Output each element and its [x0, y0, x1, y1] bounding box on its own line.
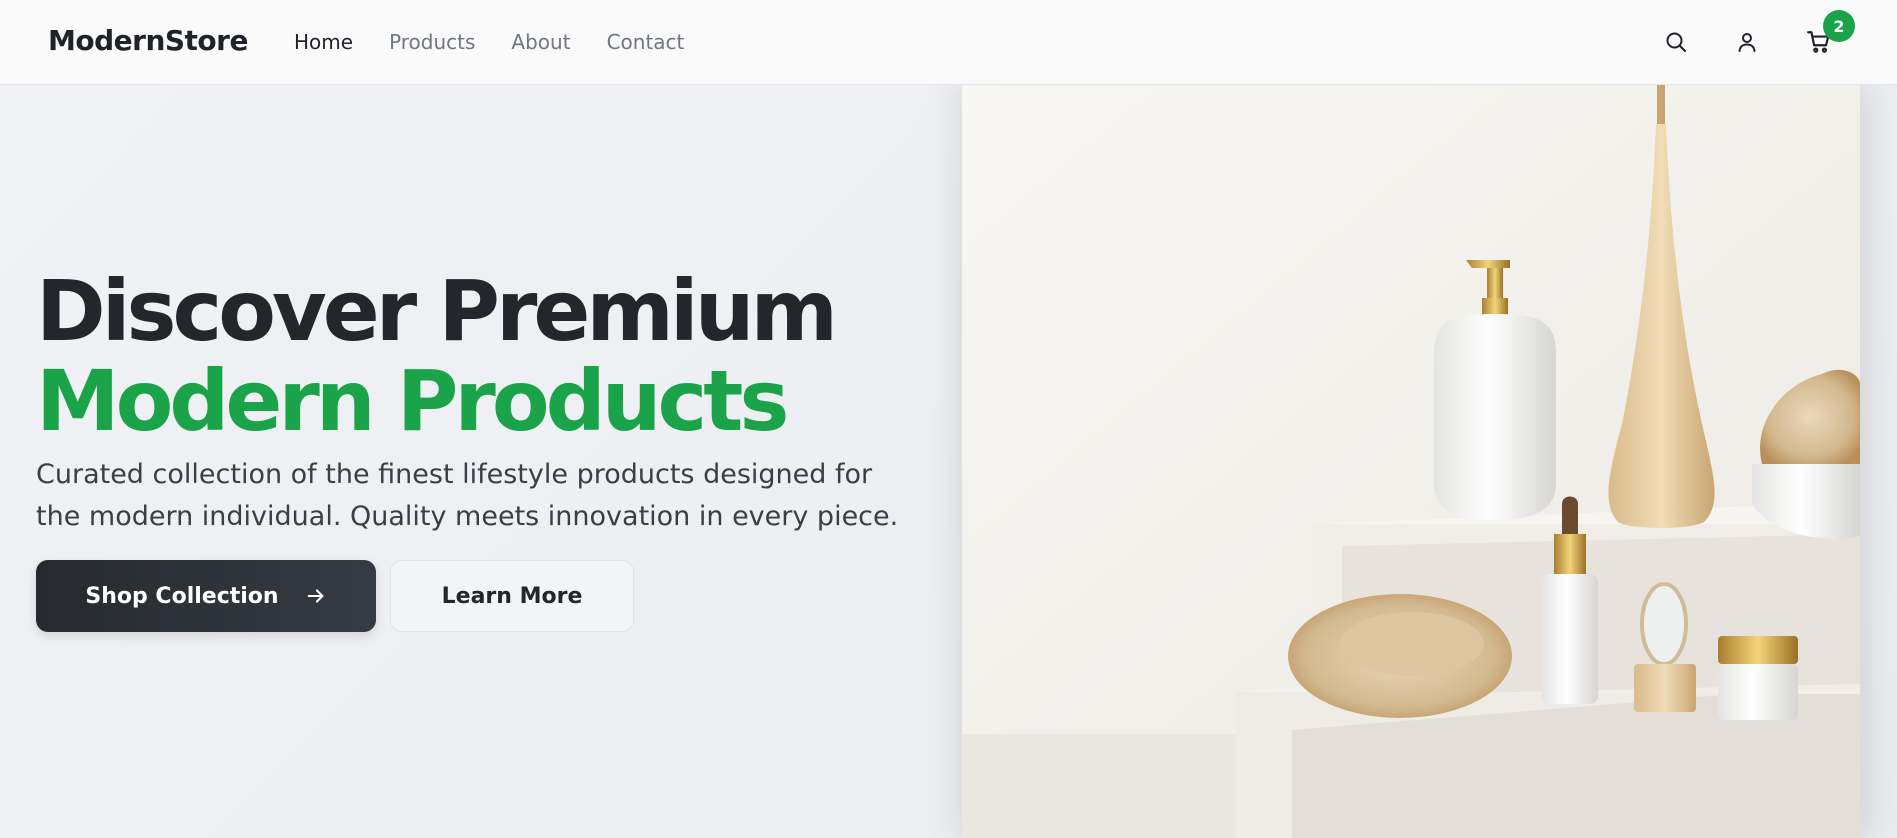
search-icon [1666, 32, 1686, 52]
user-icon [1738, 33, 1756, 52]
hero-subtitle: Curated collection of the finest lifesty… [36, 459, 899, 532]
nav-products[interactable]: Products [389, 30, 475, 54]
logo[interactable]: ModernStore [48, 24, 248, 57]
shop-collection-button[interactable]: Shop Collection [36, 560, 376, 632]
search-button[interactable] [1658, 24, 1694, 60]
account-button[interactable] [1729, 24, 1765, 60]
site-header: ModernStore Home Products About Contact … [0, 0, 1897, 85]
hero-title: Discover Premium Modern Products [36, 262, 838, 450]
arrow-right-icon [307, 589, 324, 603]
main-nav: Home Products About Contact [294, 30, 684, 54]
hero-title-line2: Modern Products [36, 352, 789, 450]
product-still-life-illustration [962, 84, 1860, 838]
hero-title-line1: Discover Premium [36, 262, 838, 360]
nav-home[interactable]: Home [294, 30, 353, 54]
cart-button[interactable]: 2 [1801, 10, 1855, 60]
learn-more-button[interactable]: Learn More [390, 560, 634, 632]
hero-product-image [962, 84, 1860, 838]
nav-about[interactable]: About [511, 30, 570, 54]
shop-collection-label: Shop Collection [85, 583, 279, 609]
nav-contact[interactable]: Contact [607, 30, 685, 54]
cart-count-badge: 2 [1823, 10, 1855, 42]
